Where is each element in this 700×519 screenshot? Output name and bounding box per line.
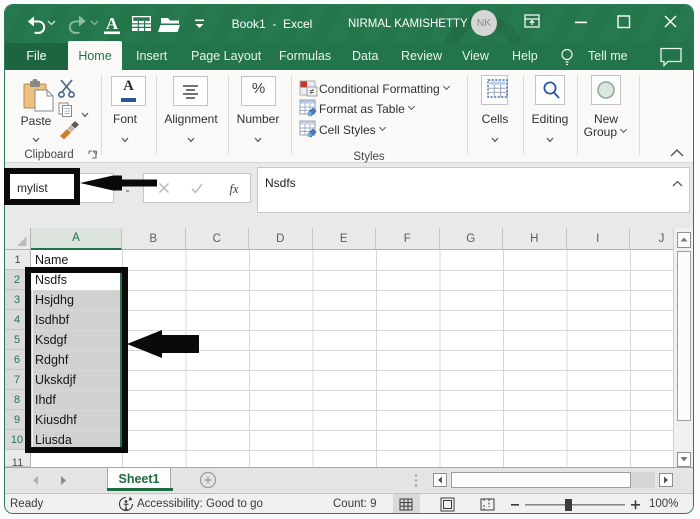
svg-text:A: A <box>106 14 119 33</box>
svg-text:≠: ≠ <box>310 86 315 96</box>
svg-text:fx: fx <box>229 182 238 196</box>
